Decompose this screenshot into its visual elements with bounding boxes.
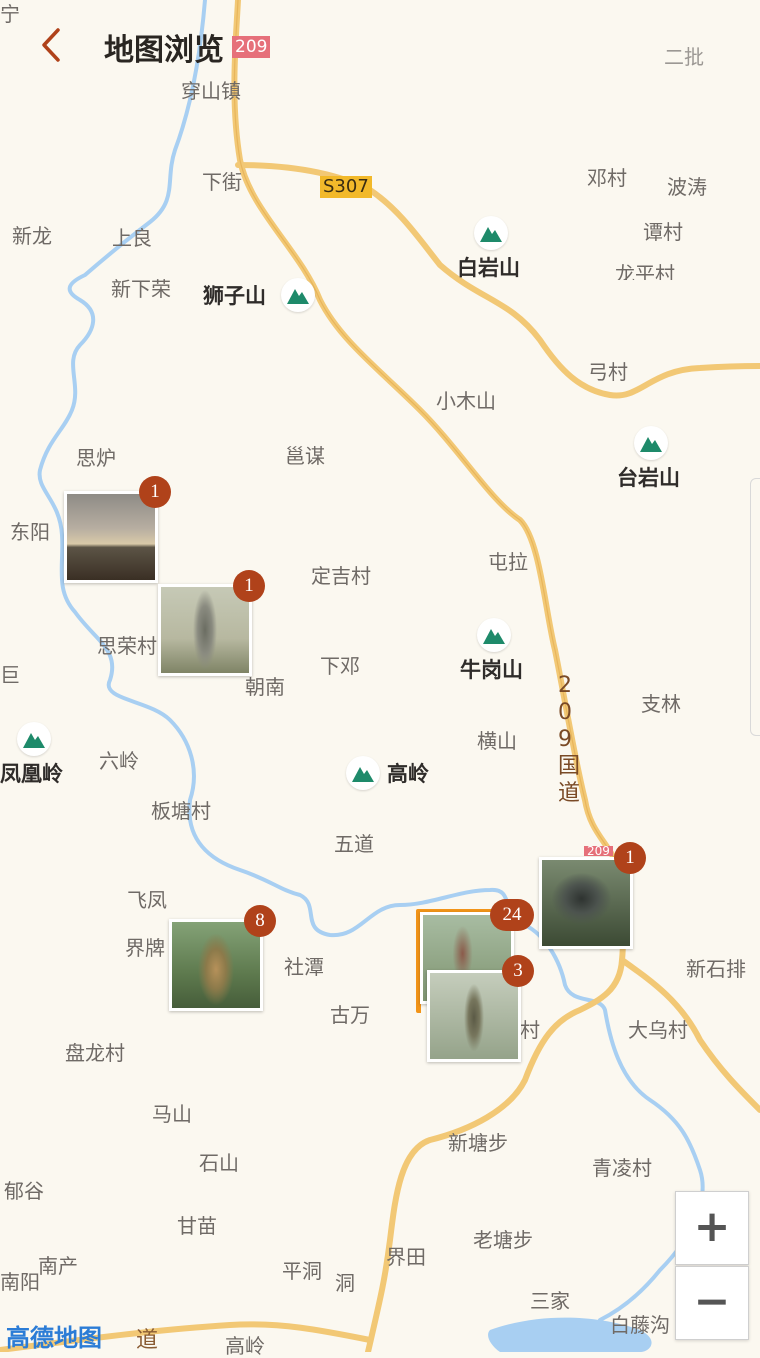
place-label: 小木山 <box>436 389 496 413</box>
photo-count-badge: 24 <box>490 899 534 931</box>
place-label: 新下荣 <box>111 277 171 301</box>
place-label: 界田 <box>386 1245 426 1269</box>
photo-marker[interactable] <box>539 857 633 949</box>
back-button[interactable] <box>36 26 72 66</box>
place-label: 东阳 <box>10 520 50 544</box>
minus-icon: − <box>693 1276 731 1327</box>
fish-photo <box>172 922 260 1008</box>
place-label: 定吉村 <box>311 564 371 588</box>
photo-count-badge: 8 <box>244 905 276 937</box>
road-shield-g209-bottom: 209 <box>584 846 613 856</box>
sky-sunset-photo <box>67 494 155 580</box>
mountain-label[interactable]: 高岭 <box>387 764 429 785</box>
place-label: 新龙 <box>12 224 52 248</box>
place-label: 村 <box>520 1018 540 1042</box>
place-label: 横山 <box>477 729 517 753</box>
place-label: 洞 <box>335 1271 355 1295</box>
header: 地图浏览 <box>0 0 760 90</box>
place-label: 屯拉 <box>488 550 528 574</box>
place-label: 新石排 <box>686 957 746 981</box>
place-label: 飞凤 <box>127 888 167 912</box>
place-label: 古万 <box>330 1003 370 1027</box>
place-label: 上良 <box>112 226 152 250</box>
zoom-in-button[interactable]: + <box>675 1191 749 1265</box>
place-label: 高岭 <box>225 1334 265 1358</box>
map-canvas[interactable] <box>0 0 760 1352</box>
place-label: 南产 <box>38 1254 78 1278</box>
fish-photo <box>542 860 630 946</box>
place-label: 板塘村 <box>151 799 211 823</box>
road-label-bottom: 道 <box>136 1328 159 1353</box>
place-label: 社潭 <box>284 955 324 979</box>
place-label: 朝南 <box>245 675 285 699</box>
place-label: 老塘步 <box>473 1228 533 1252</box>
place-label: 波涛 <box>667 175 707 199</box>
place-label: 邓村 <box>587 166 627 190</box>
mountain-icon[interactable] <box>634 426 668 460</box>
place-label: 甘苗 <box>177 1214 217 1238</box>
place-label: 郁谷 <box>4 1179 44 1203</box>
photo-count-badge: 1 <box>614 842 646 874</box>
photo-marker[interactable] <box>427 970 521 1062</box>
place-label: 平洞 <box>282 1259 322 1283</box>
place-label: 界牌 <box>125 936 165 960</box>
place-label: 支林 <box>641 692 681 716</box>
mountain-icon[interactable] <box>17 722 51 756</box>
place-label: 南阳 <box>0 1270 40 1294</box>
photo-count-badge: 1 <box>233 570 265 602</box>
photo-count-badge: 1 <box>139 476 171 508</box>
place-label: 下邓 <box>320 654 360 678</box>
mountain-icon[interactable] <box>346 756 380 790</box>
fish-photo <box>161 587 249 673</box>
road-s307 <box>235 162 760 399</box>
chevron-left-icon <box>42 28 60 62</box>
road-label-g209: 209国道 <box>558 673 581 806</box>
place-label: 大乌村 <box>628 1018 688 1042</box>
mountain-label[interactable]: 凤凰岭 <box>0 764 63 785</box>
place-label: 弓村 <box>588 360 628 384</box>
road-shield-s307: S307 <box>320 176 372 198</box>
place-label: 龙平村 <box>615 264 675 280</box>
mountain-icon[interactable] <box>281 278 315 312</box>
place-label: 思炉 <box>76 446 116 470</box>
place-label: 盘龙村 <box>65 1041 125 1065</box>
place-label: 思荣村 <box>97 634 157 658</box>
place-label: 白藤沟 <box>610 1313 670 1337</box>
mountain-label[interactable]: 台岩山 <box>617 468 680 489</box>
place-label: 石山 <box>199 1151 239 1175</box>
page-title: 地图浏览 <box>104 33 224 68</box>
mountain-icon[interactable] <box>477 618 511 652</box>
place-label: 谭村 <box>643 220 683 244</box>
place-label: 五道 <box>334 832 374 856</box>
place-label: 三家 <box>530 1289 570 1313</box>
mountain-label[interactable]: 狮子山 <box>203 286 266 307</box>
mountain-label[interactable]: 白岩山 <box>457 258 520 279</box>
place-label: 邕谋 <box>285 444 325 468</box>
mountain-icon[interactable] <box>474 216 508 250</box>
photo-marker[interactable] <box>64 491 158 583</box>
plus-icon: + <box>693 1201 731 1252</box>
mountain-label[interactable]: 牛岗山 <box>460 660 523 681</box>
place-label: 青凌村 <box>592 1156 652 1180</box>
place-label: 新塘步 <box>448 1131 508 1155</box>
place-label: 六岭 <box>99 749 139 773</box>
fish-photo <box>430 973 518 1059</box>
place-label: 巨 <box>0 663 20 687</box>
river-path <box>37 0 705 1322</box>
photo-count-badge: 3 <box>502 955 534 987</box>
place-label: 下街 <box>202 170 242 194</box>
zoom-out-button[interactable]: − <box>675 1266 749 1340</box>
place-label: 马山 <box>152 1102 192 1126</box>
map-provider-logo: 高德地图 <box>6 1324 102 1352</box>
side-panel-handle[interactable] <box>750 478 760 736</box>
